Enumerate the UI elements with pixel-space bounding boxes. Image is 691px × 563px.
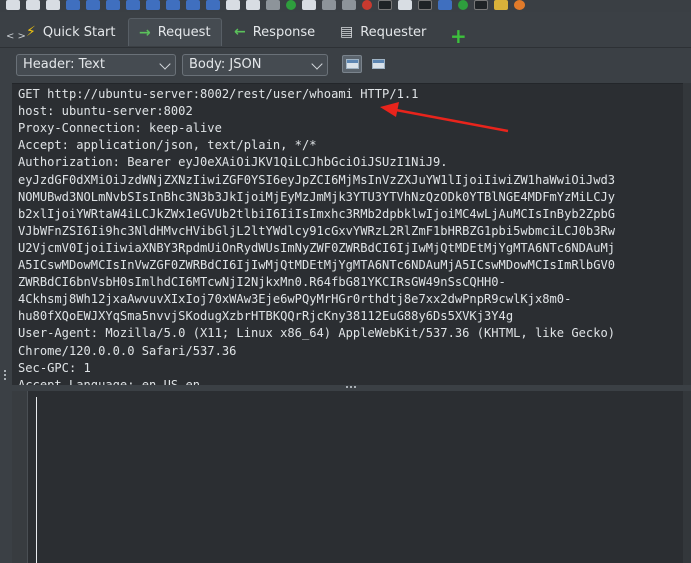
request-line: GET http://ubuntu-server:8002/rest/user/… [18,87,419,101]
request-line: Proxy-Connection: keep-alive [18,121,222,136]
toolbar-icon[interactable] [46,0,60,10]
main-toolbar [0,0,691,12]
toolbar-icon[interactable] [186,0,200,10]
toolbar-icon[interactable] [494,0,508,10]
toolbar-icon[interactable] [206,0,220,10]
header-format-select[interactable]: Header: Text [16,54,176,76]
tab-label: Quick Start [42,24,116,40]
request-line: U2VjcmV0IjoiIiwiaXNBY3RpdmUiOnRydWUsImNy… [18,240,616,255]
request-header-editor[interactable]: GET http://ubuntu-server:8002/rest/user/… [12,83,691,385]
toolbar-icon[interactable] [398,0,412,10]
resize-grip-icon[interactable] [3,368,7,382]
text-cursor [36,397,37,563]
tab-requester[interactable]: ▤ Requester [330,18,436,46]
left-gutter [0,83,12,563]
request-line: A5ICswMDowMCIsInVwZGF0ZWRBdCI6IjIwMjQtMD… [18,258,616,272]
requester-icon: ▤ [340,24,354,40]
request-line: hu80fXQoEWJXYqSma5nvvjSKodugXzbrHTBKQQrR… [18,309,514,324]
request-line: Sec-GPC: 1 [18,360,91,375]
request-line: 4Ckhsmj8Wh12jxaAwvuvXIxIoj70xWAw3Eje6wPQ… [18,292,572,307]
arrow-right-icon: → [139,24,151,41]
splitter-grip-icon [346,386,356,388]
line-number-gutter [12,391,28,563]
vertical-scrollbar[interactable] [683,83,691,385]
app-window: < > ⚡ Quick Start → Request ← Response ▤… [0,0,691,563]
stop-icon[interactable] [286,0,296,10]
vertical-scrollbar[interactable] [683,391,691,563]
toolbar-icon[interactable] [226,0,240,10]
tab-response[interactable]: ← Response [224,18,325,46]
toolbar-icon[interactable] [514,0,525,10]
toolbar-icon[interactable] [378,0,392,10]
request-line: NOMUBwd3NOLmNvbSIsInBhc3N3b3JkIjoiMjEyMz… [18,189,616,204]
toolbar-icon[interactable] [106,0,120,10]
toolbar-icon[interactable] [126,0,140,10]
lightning-icon: ⚡ [26,24,36,40]
toolbar-icon[interactable] [66,0,80,10]
tab-label: Request [157,25,211,40]
chevron-down-icon [159,58,171,70]
toolbar-icon[interactable] [438,0,452,10]
toolbar-icon[interactable] [166,0,180,10]
header-format-value: Header: Text [23,57,105,72]
chevron-down-icon [311,58,323,70]
toolbar-icon[interactable] [458,0,468,10]
tab-request[interactable]: → Request [128,18,222,46]
tab-label: Response [252,24,316,40]
request-line: Accept: application/json, text/plain, */… [18,138,317,153]
toolbar-icon[interactable] [6,0,20,10]
body-format-select[interactable]: Body: JSON [182,54,328,76]
toolbar-icon[interactable] [418,0,432,10]
toolbar-icon[interactable] [362,0,372,10]
single-view-icon [371,59,385,69]
split-view-button[interactable] [342,55,362,73]
tab-quick-start[interactable]: ⚡ Quick Start [16,18,126,46]
request-line: User-Agent: Mozilla/5.0 (X11; Linux x86_… [18,326,616,341]
split-view-icon [345,59,359,69]
arrow-left-icon: ← [234,24,246,40]
toolbar-icon[interactable] [302,0,316,10]
request-line: ZWRBdCI6bnVsbH0sImlhdCI6MTcwNjI2NjkxMn0.… [18,275,506,290]
tab-label: Requester [360,24,427,40]
single-view-button[interactable] [368,55,388,73]
tab-bar: < > ⚡ Quick Start → Request ← Response ▤… [0,12,691,48]
toolbar-icon[interactable] [342,0,356,10]
toolbar-icon[interactable] [322,0,336,10]
body-format-value: Body: JSON [189,57,262,72]
request-line: eyJzdGF0dXMiOiJzdWNjZXNzIiwiZGF0YSI6eyJp… [18,172,616,187]
request-line: b2xlIjoiYWRtaW4iLCJkZWx1eGVUb2tlbiI6IiIs… [18,206,616,221]
toolbar-icon[interactable] [474,0,488,10]
toolbar-icon[interactable] [146,0,160,10]
filter-icon[interactable] [266,0,280,10]
add-tab-icon[interactable]: + [450,26,467,46]
request-line: host: ubuntu-server:8002 [18,104,193,119]
request-line: Accept-Language: en-US,en [18,377,201,385]
request-body-editor[interactable] [12,391,691,563]
toolbar-icon[interactable] [26,0,40,10]
toolbar-icon[interactable] [246,0,260,10]
request-toolbar: Header: Text Body: JSON [0,49,691,83]
request-line: Authorization: Bearer eyJ0eXAiOiJKV1QiLC… [18,155,448,170]
toolbar-icon[interactable] [86,0,100,10]
request-line: VJbWFnZSI6Ii9hc3NldHMvcHVibGljL2ltYWdlcy… [18,223,616,238]
request-line: Chrome/120.0.0.0 Safari/537.36 [18,343,237,358]
